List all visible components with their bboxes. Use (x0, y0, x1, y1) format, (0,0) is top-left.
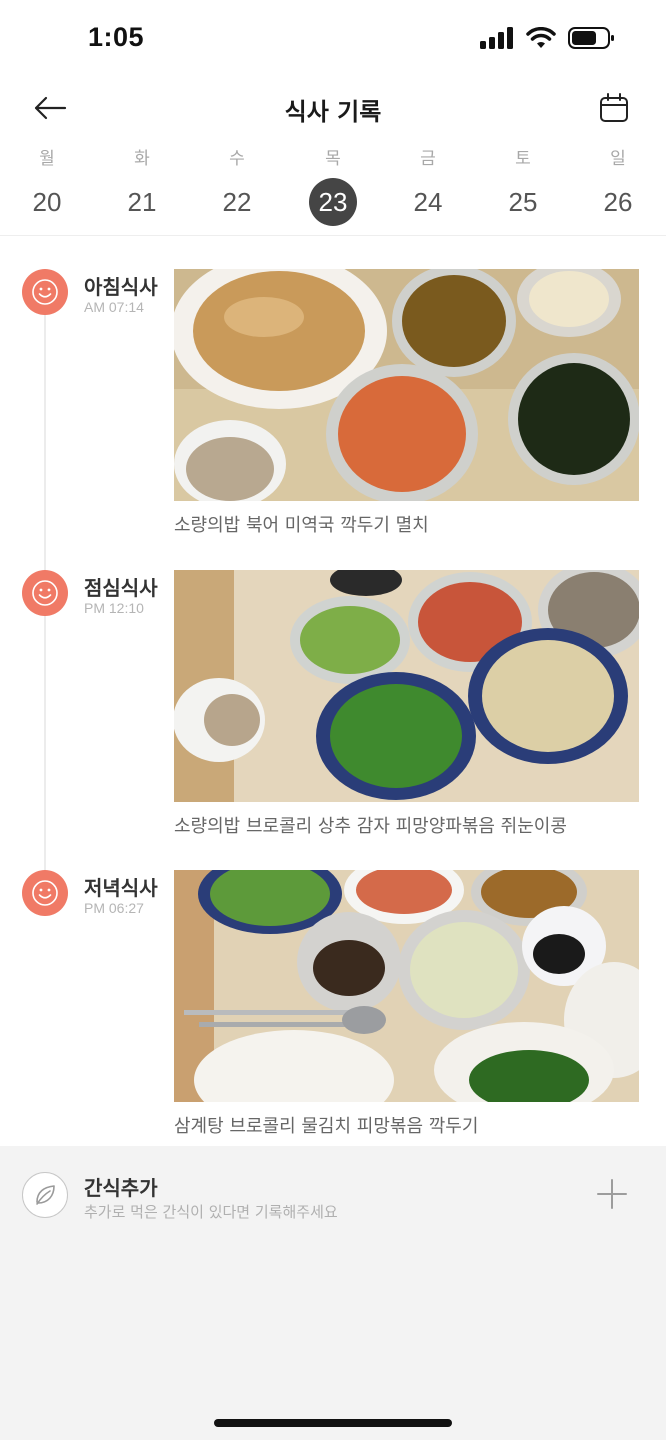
snack-section: 간식추가 추가로 먹은 간식이 있다면 기록해주세요 (0, 1146, 666, 1440)
meal-foods: 소량의밥 브로콜리 상추 감자 피망양파볶음 쥐눈이콩 (174, 816, 567, 837)
day-number: 26 (603, 187, 633, 217)
page-title: 식사 기록 (284, 98, 382, 126)
week-selector: 월 20 화 21 수 22 목 23 금 24 토 25 일 26 (0, 140, 666, 236)
calendar-button[interactable] (596, 90, 632, 126)
day-wed[interactable]: 수 22 (202, 140, 272, 236)
meal-name: 점심식사 (84, 576, 158, 600)
day-number: 21 (127, 187, 157, 217)
day-of-week: 토 (515, 149, 531, 169)
day-of-week: 화 (134, 149, 150, 169)
day-sat[interactable]: 토 25 (488, 140, 558, 236)
meal-foods: 소량의밥 북어 미역국 깍두기 멸치 (174, 515, 429, 536)
snack-title: 간식추가 (84, 1176, 158, 1200)
meal-name: 아침식사 (84, 275, 158, 299)
meal-time: PM 12:10 (84, 600, 144, 616)
battery-icon (568, 27, 614, 49)
smiley-icon (22, 269, 68, 315)
day-number: 20 (32, 187, 62, 217)
day-number: 22 (222, 187, 252, 217)
status-bar: 1:05 (0, 0, 666, 80)
day-of-week: 목 (325, 149, 341, 169)
meal-photo[interactable] (174, 870, 639, 1102)
day-of-week: 월 (39, 149, 55, 169)
meal-time: AM 07:14 (84, 299, 144, 315)
meal-photo[interactable] (174, 570, 639, 802)
day-number: 23 (309, 178, 357, 226)
header: 식사 기록 (0, 80, 666, 136)
status-icons (480, 26, 616, 50)
smiley-icon (22, 570, 68, 616)
meal-photo[interactable] (174, 269, 639, 501)
day-sun[interactable]: 일 26 (583, 140, 653, 236)
day-thu-selected[interactable]: 목 23 (298, 140, 368, 236)
smiley-icon (22, 870, 68, 916)
day-of-week: 일 (610, 149, 626, 169)
add-snack-button[interactable] (594, 1176, 630, 1212)
calendar-icon (600, 93, 628, 122)
day-number: 24 (413, 187, 443, 217)
snack-subtitle: 추가로 먹은 간식이 있다면 기록해주세요 (84, 1203, 338, 1221)
home-indicator[interactable] (214, 1419, 452, 1427)
meal-time: PM 06:27 (84, 900, 144, 916)
wifi-icon (526, 27, 556, 48)
meal-foods: 삼계탕 브로콜리 물김치 피망볶음 깍두기 (174, 1116, 479, 1137)
day-tue[interactable]: 화 21 (107, 140, 177, 236)
day-mon[interactable]: 월 20 (12, 140, 82, 236)
day-of-week: 수 (229, 149, 245, 169)
day-fri[interactable]: 금 24 (393, 140, 463, 236)
meal-name: 저녁식사 (84, 876, 158, 900)
signal-icon (480, 27, 513, 49)
leaf-icon (22, 1172, 68, 1218)
day-number: 25 (508, 187, 538, 217)
day-of-week: 금 (420, 149, 436, 169)
status-time: 1:05 (88, 22, 145, 52)
plus-icon (597, 1179, 627, 1209)
